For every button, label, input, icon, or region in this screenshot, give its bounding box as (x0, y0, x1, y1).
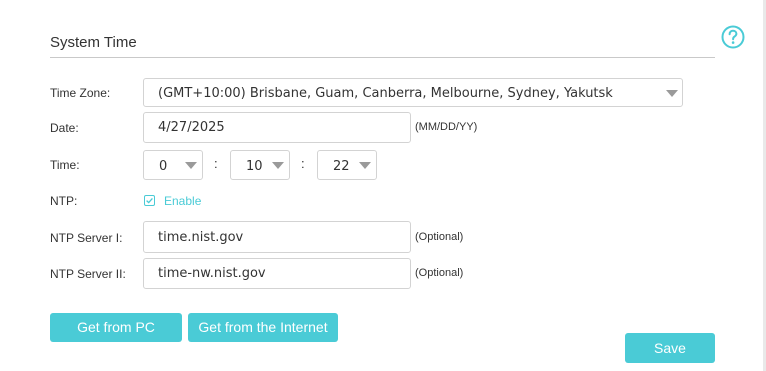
minute-select[interactable]: 10 (230, 150, 290, 180)
section-title: System Time (50, 34, 137, 51)
save-button[interactable]: Save (625, 333, 715, 363)
hour-select[interactable]: 0 (143, 150, 203, 180)
minute-value: 10 (246, 159, 263, 174)
time-zone-label: Time Zone: (50, 86, 111, 100)
get-from-internet-button[interactable]: Get from the Internet (188, 313, 338, 342)
system-time-page: System Time Time Zone: (GMT+10:00) Brisb… (0, 0, 766, 371)
time-label: Time: (50, 158, 80, 172)
ntp-label: NTP: (50, 194, 78, 208)
hour-value: 0 (159, 159, 168, 174)
question-circle-icon[interactable] (721, 25, 745, 49)
ntp-enable-label[interactable]: Enable (164, 194, 201, 208)
chevron-down-icon (359, 162, 371, 169)
date-label: Date: (50, 121, 79, 135)
chevron-down-icon (272, 162, 284, 169)
title-divider (50, 57, 715, 58)
checkmark-icon (146, 197, 153, 204)
second-value: 22 (333, 159, 350, 174)
second-select[interactable]: 22 (317, 150, 377, 180)
ntp-enable-checkbox[interactable] (144, 195, 155, 206)
time-zone-select[interactable]: (GMT+10:00) Brisbane, Guam, Canberra, Me… (143, 78, 683, 107)
ntp-server-1-hint: (Optional) (415, 231, 464, 243)
date-input[interactable] (143, 112, 411, 143)
get-from-pc-button[interactable]: Get from PC (50, 313, 182, 342)
ntp-server-2-input[interactable] (143, 258, 411, 289)
ntp-server-1-label: NTP Server I: (50, 231, 123, 245)
chevron-down-icon (185, 162, 197, 169)
time-separator: : (301, 156, 305, 171)
ntp-server-1-input[interactable] (143, 221, 411, 253)
time-zone-value: (GMT+10:00) Brisbane, Guam, Canberra, Me… (158, 86, 613, 101)
chevron-down-icon (666, 90, 678, 97)
ntp-server-2-label: NTP Server II: (50, 267, 126, 281)
ntp-server-2-hint: (Optional) (415, 267, 464, 279)
time-separator: : (214, 156, 218, 171)
date-format-hint: (MM/DD/YY) (415, 121, 478, 133)
